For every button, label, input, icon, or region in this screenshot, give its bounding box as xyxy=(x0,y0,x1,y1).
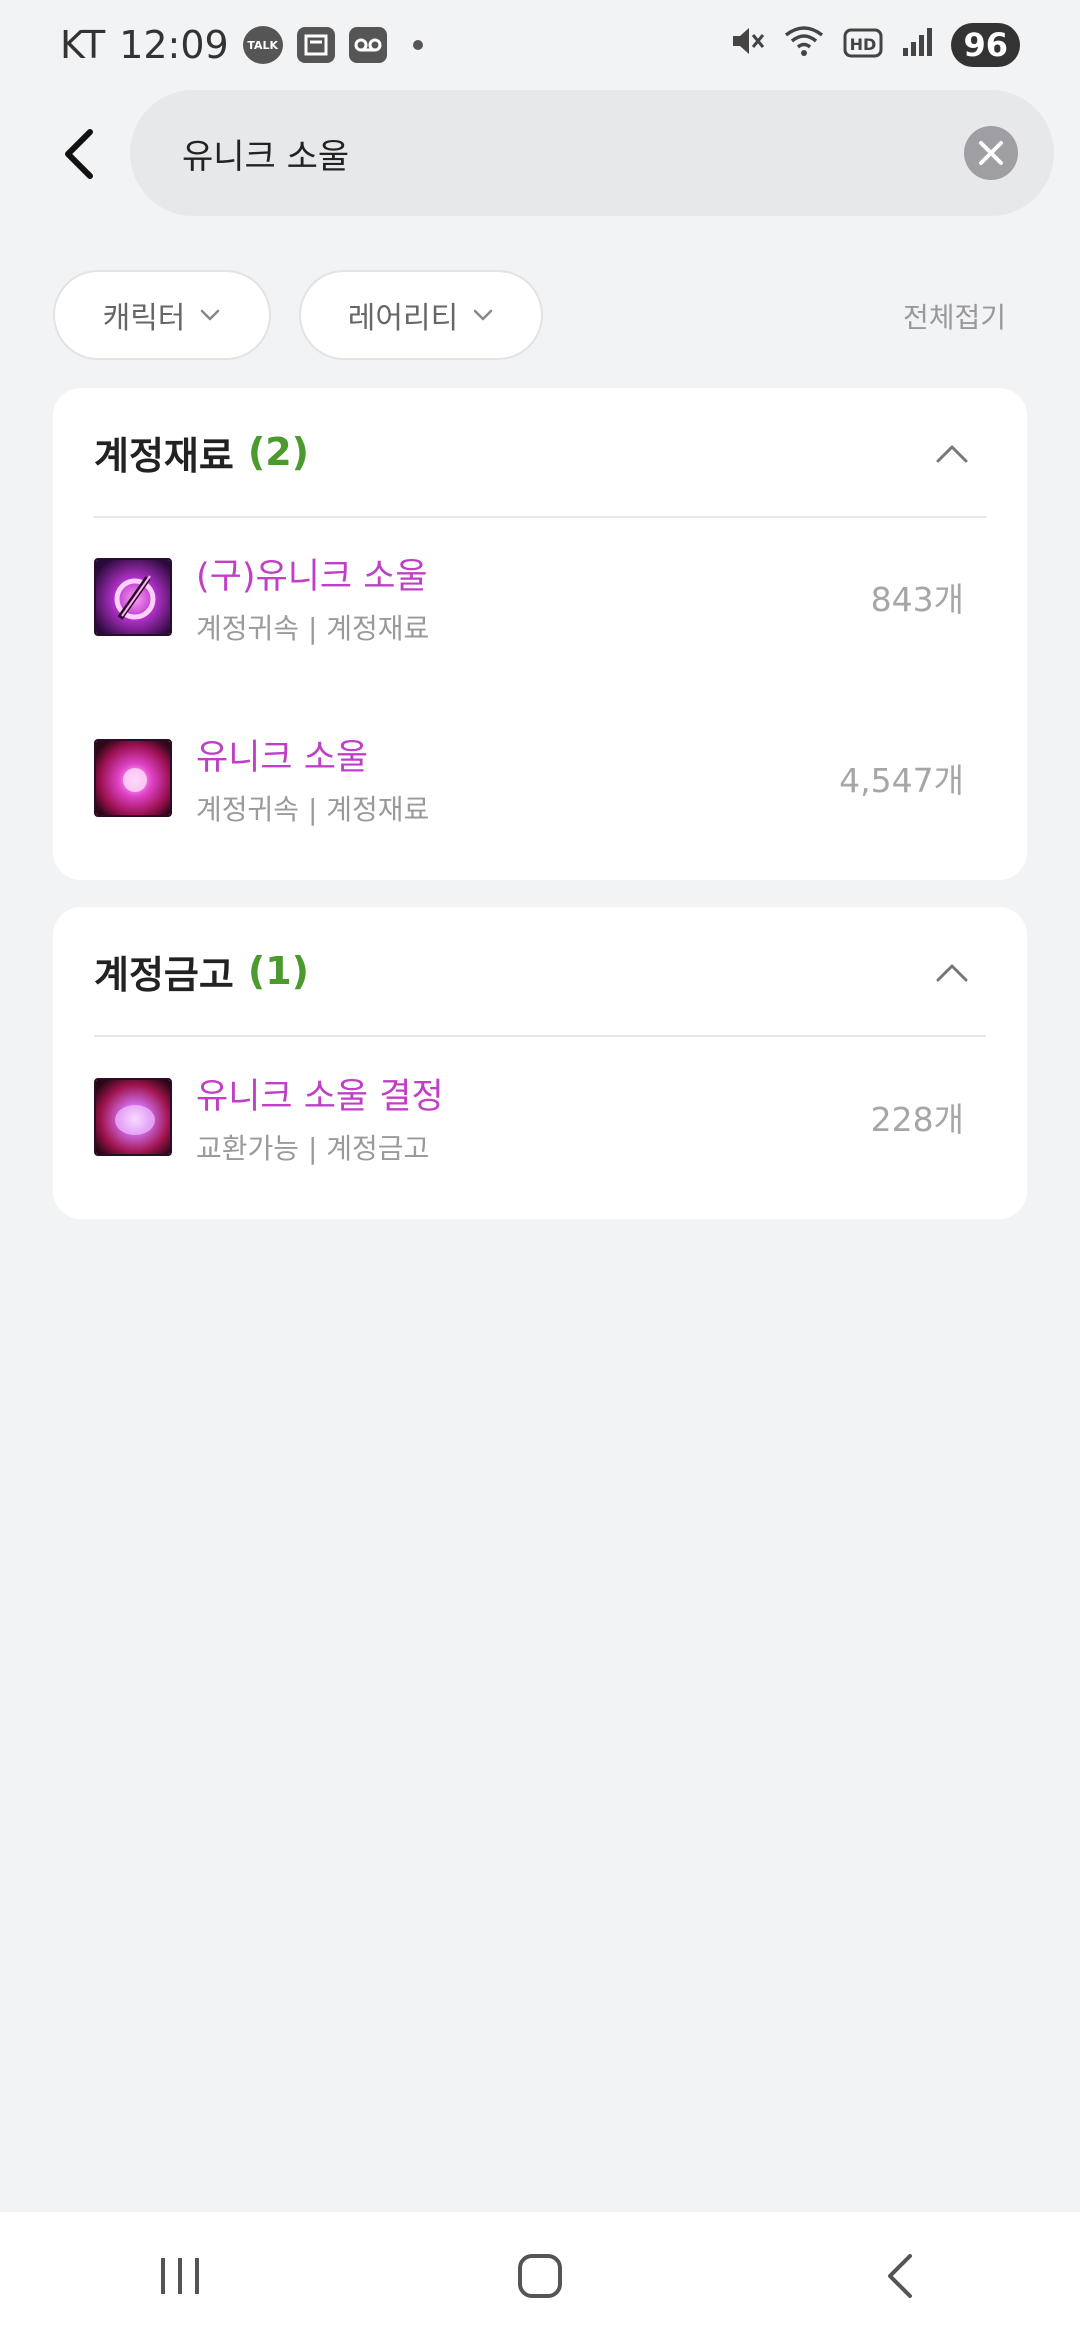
voicemail-icon xyxy=(348,27,387,63)
screen: KT 12:09 TALK HD 96 유니크 소울 캐릭터 레어리티 전체접기… xyxy=(0,0,1080,2340)
item-subtitle: 계정귀속 | 계정재료 xyxy=(196,611,430,645)
notification-dot-icon xyxy=(412,40,423,50)
chevron-up-icon[interactable] xyxy=(932,434,972,474)
recent-apps-button[interactable] xyxy=(130,2226,230,2326)
section-header[interactable]: 계정금고 (1) xyxy=(94,907,986,1037)
item-name: 유니크 소울 결정 xyxy=(196,1076,444,1117)
clock: 12:09 xyxy=(119,23,229,67)
chevron-up-icon[interactable] xyxy=(932,953,972,993)
system-back-button[interactable] xyxy=(850,2226,950,2326)
unique-soul-crystal-icon xyxy=(94,1078,172,1156)
item-subtitle: 교환가능 | 계정금고 xyxy=(196,1131,430,1165)
chevron-down-icon xyxy=(201,309,220,321)
home-button[interactable] xyxy=(490,2226,590,2326)
svg-text:HD: HD xyxy=(850,35,877,54)
back-button[interactable] xyxy=(52,124,112,184)
list-item[interactable]: (구)유니크 소울 계정귀속 | 계정재료 843개 xyxy=(94,542,986,652)
back-icon xyxy=(888,2254,912,2298)
item-quantity: 228개 xyxy=(870,1100,964,1139)
mute-icon xyxy=(729,23,765,68)
item-subtitle: 계정귀속 | 계정재료 xyxy=(196,792,430,826)
list-item[interactable]: 유니크 소울 계정귀속 | 계정재료 4,547개 xyxy=(94,723,986,833)
search-box xyxy=(130,90,1054,216)
rarity-filter-label: 레어리티 xyxy=(347,301,459,336)
section-title: 계정재료 xyxy=(94,433,234,478)
section-account-materials: 계정재료 (2) (구)유니크 소울 계정귀속 | 계정재료 843개 유니크 … xyxy=(53,388,1027,880)
clear-search-button[interactable] xyxy=(964,126,1018,180)
item-text: 유니크 소울 결정 교환가능 | 계정금고 xyxy=(196,1068,444,1167)
signal-icon xyxy=(901,23,933,67)
section-title: 계정금고 xyxy=(94,952,234,997)
list-item[interactable]: 유니크 소울 결정 교환가능 | 계정금고 228개 xyxy=(94,1062,986,1172)
system-navigation-bar xyxy=(0,2212,1080,2340)
section-count: (1) xyxy=(247,949,310,993)
home-icon xyxy=(518,2254,562,2298)
item-text: (구)유니크 소울 계정귀속 | 계정재료 xyxy=(196,548,429,647)
item-name: 유니크 소울 xyxy=(196,737,369,778)
battery-indicator: 96 xyxy=(951,23,1020,67)
section-header[interactable]: 계정재료 (2) xyxy=(94,388,986,518)
kakaotalk-icon: TALK xyxy=(242,26,283,64)
chevron-down-icon xyxy=(473,309,493,321)
status-right: HD 96 xyxy=(729,23,1020,68)
item-text: 유니크 소울 계정귀속 | 계정재료 xyxy=(196,729,429,828)
recent-apps-icon xyxy=(161,2258,199,2294)
back-arrow-icon xyxy=(65,129,93,179)
unique-soul-icon xyxy=(94,739,172,817)
character-filter-chip[interactable]: 캐릭터 xyxy=(53,270,271,360)
status-left: KT 12:09 TALK xyxy=(60,23,423,67)
character-filter-label: 캐릭터 xyxy=(102,301,186,336)
hd-icon: HD xyxy=(843,23,883,67)
status-bar: KT 12:09 TALK HD 96 xyxy=(0,0,1080,90)
section-account-vault: 계정금고 (1) 유니크 소울 결정 교환가능 | 계정금고 228개 xyxy=(53,907,1027,1219)
search-header xyxy=(0,88,1080,220)
news-icon xyxy=(296,27,335,63)
old-unique-soul-icon xyxy=(94,558,172,636)
section-count: (2) xyxy=(247,430,310,474)
carrier-label: KT xyxy=(60,23,106,67)
item-quantity: 843개 xyxy=(870,580,964,619)
search-input[interactable] xyxy=(182,133,942,173)
rarity-filter-chip[interactable]: 레어리티 xyxy=(299,270,543,360)
collapse-all-button[interactable]: 전체접기 xyxy=(903,296,1006,336)
item-quantity: 4,547개 xyxy=(839,761,964,800)
wifi-icon xyxy=(783,23,825,68)
filter-row: 캐릭터 레어리티 전체접기 xyxy=(0,270,1080,362)
item-name: (구)유니크 소울 xyxy=(196,556,428,597)
close-icon xyxy=(979,141,1003,165)
